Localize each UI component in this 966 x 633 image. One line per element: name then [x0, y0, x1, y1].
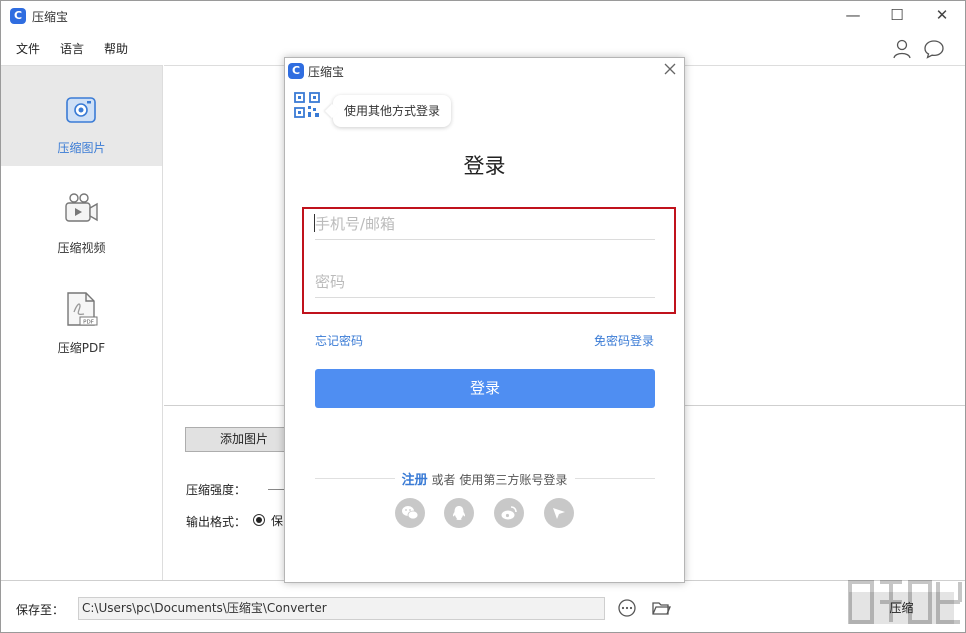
- save-to-label: 保存至：: [16, 603, 65, 617]
- sidebar-item-label: 压缩视频: [57, 241, 106, 255]
- passwordless-login-link[interactable]: 免密码登录: [594, 332, 654, 349]
- menu-file[interactable]: 文件: [16, 40, 40, 57]
- menu-language[interactable]: 语言: [60, 40, 84, 57]
- login-heading: 登录: [463, 154, 506, 178]
- phone-email-field[interactable]: 手机号/邮箱: [315, 208, 655, 240]
- output-path-field[interactable]: C:\Users\pc\Documents\压缩宝\Converter: [78, 597, 605, 620]
- sidebar: 压缩图片 压缩视频 PDF 压缩PDF: [1, 65, 163, 580]
- dialog-logo-icon: C: [288, 63, 304, 79]
- svg-text:PDF: PDF: [83, 320, 94, 326]
- title-bar: C 压缩宝 — ☐ ✕: [1, 1, 965, 32]
- login-button[interactable]: 登录: [315, 369, 655, 408]
- format-radio[interactable]: [253, 514, 265, 526]
- other-icon: [553, 508, 565, 519]
- sidebar-item-compress-image[interactable]: 压缩图片: [1, 66, 162, 166]
- image-compress-icon: [66, 97, 96, 123]
- sidebar-item-compress-pdf[interactable]: PDF 压缩PDF: [1, 266, 162, 366]
- wechat-icon: [402, 506, 419, 520]
- video-compress-icon: [65, 193, 98, 222]
- minimize-button[interactable]: —: [830, 1, 876, 32]
- forgot-password-link[interactable]: 忘记密码: [315, 332, 363, 349]
- other-login-button[interactable]: [544, 498, 574, 528]
- maximize-button[interactable]: ☐: [874, 1, 920, 32]
- strength-label: 压缩强度：: [186, 483, 247, 497]
- footer-bar: 保存至： C:\Users\pc\Documents\压缩宝\Converter…: [1, 580, 965, 632]
- login-dialog: C 压缩宝 使用其他方式登录 登录 手机号/邮箱 密码 忘记密码 免密码登录 登…: [284, 57, 685, 583]
- dialog-title: 压缩宝: [308, 65, 345, 79]
- text-caret: [314, 214, 315, 232]
- app-logo-icon: C: [10, 8, 26, 24]
- app-title: 压缩宝: [32, 10, 69, 24]
- more-options-icon[interactable]: [617, 598, 637, 618]
- qq-icon: [452, 506, 466, 520]
- folder-icon[interactable]: [651, 598, 671, 618]
- sidebar-item-label: 压缩PDF: [57, 341, 106, 355]
- pdf-compress-icon: PDF: [67, 292, 98, 326]
- register-link[interactable]: 注册: [402, 473, 428, 488]
- weibo-login-button[interactable]: [494, 498, 524, 528]
- menu-help[interactable]: 帮助: [104, 40, 128, 57]
- other-login-tooltip[interactable]: 使用其他方式登录: [333, 95, 451, 127]
- format-label: 输出格式：: [186, 515, 247, 529]
- sidebar-item-label: 压缩图片: [57, 141, 106, 155]
- wechat-login-button[interactable]: [395, 498, 425, 528]
- password-field[interactable]: 密码: [315, 266, 655, 298]
- compress-button[interactable]: 压缩: [849, 592, 954, 624]
- app-window: C 压缩宝 — ☐ ✕ 文件 语言 帮助 压缩图片 压缩视频 PDF 压缩PDF…: [0, 0, 966, 633]
- chat-icon[interactable]: [923, 38, 945, 60]
- sidebar-item-compress-video[interactable]: 压缩视频: [1, 166, 162, 266]
- third-party-row: 注册 或者 使用第三方账号登录: [285, 469, 684, 488]
- close-button[interactable]: ✕: [919, 1, 965, 32]
- qq-login-button[interactable]: [444, 498, 474, 528]
- format-option-label: 保: [271, 514, 284, 528]
- qr-code-icon[interactable]: [294, 92, 320, 118]
- user-icon[interactable]: [891, 38, 913, 60]
- third-party-text: 或者 使用第三方账号登录: [431, 473, 568, 487]
- weibo-icon: [501, 506, 517, 520]
- dialog-close-icon[interactable]: [662, 61, 678, 77]
